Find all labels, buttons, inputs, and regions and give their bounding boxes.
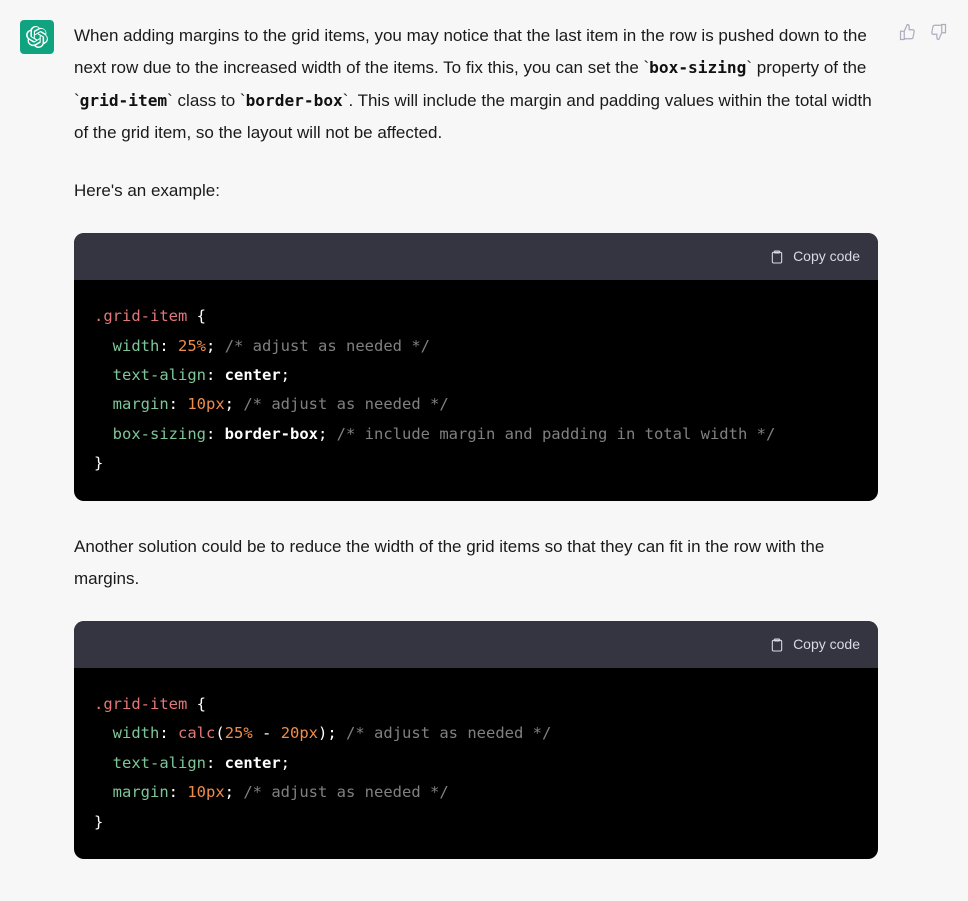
code-block: Copy code .grid-item { width: calc(25% -…	[74, 621, 878, 859]
thumbs-up-icon	[899, 23, 917, 41]
message-content: When adding margins to the grid items, y…	[74, 20, 878, 889]
code-header: Copy code	[74, 233, 878, 280]
avatar-column	[20, 20, 54, 889]
code-content[interactable]: .grid-item { width: calc(25% - 20px); /*…	[74, 668, 878, 859]
code-block: Copy code .grid-item { width: 25%; /* ad…	[74, 233, 878, 500]
paragraph: Another solution could be to reduce the …	[74, 531, 878, 596]
thumbs-up-button[interactable]	[898, 22, 918, 42]
paragraph: Here's an example:	[74, 175, 878, 207]
feedback-buttons	[898, 20, 948, 889]
clipboard-icon	[769, 249, 785, 265]
message-container: When adding margins to the grid items, y…	[0, 0, 968, 889]
code-content[interactable]: .grid-item { width: 25%; /* adjust as ne…	[74, 280, 878, 501]
copy-code-button[interactable]: Copy code	[769, 243, 860, 270]
inline-code: grid-item	[80, 91, 167, 110]
thumbs-down-button[interactable]	[928, 22, 948, 42]
code-header: Copy code	[74, 621, 878, 668]
thumbs-down-icon	[929, 23, 947, 41]
paragraph: When adding margins to the grid items, y…	[74, 20, 878, 149]
inline-code: border-box	[246, 91, 343, 110]
copy-code-label: Copy code	[793, 243, 860, 270]
copy-code-label: Copy code	[793, 631, 860, 658]
clipboard-icon	[769, 637, 785, 653]
copy-code-button[interactable]: Copy code	[769, 631, 860, 658]
inline-code: box-sizing	[649, 58, 746, 77]
assistant-avatar	[20, 20, 54, 54]
openai-logo-icon	[26, 26, 48, 48]
